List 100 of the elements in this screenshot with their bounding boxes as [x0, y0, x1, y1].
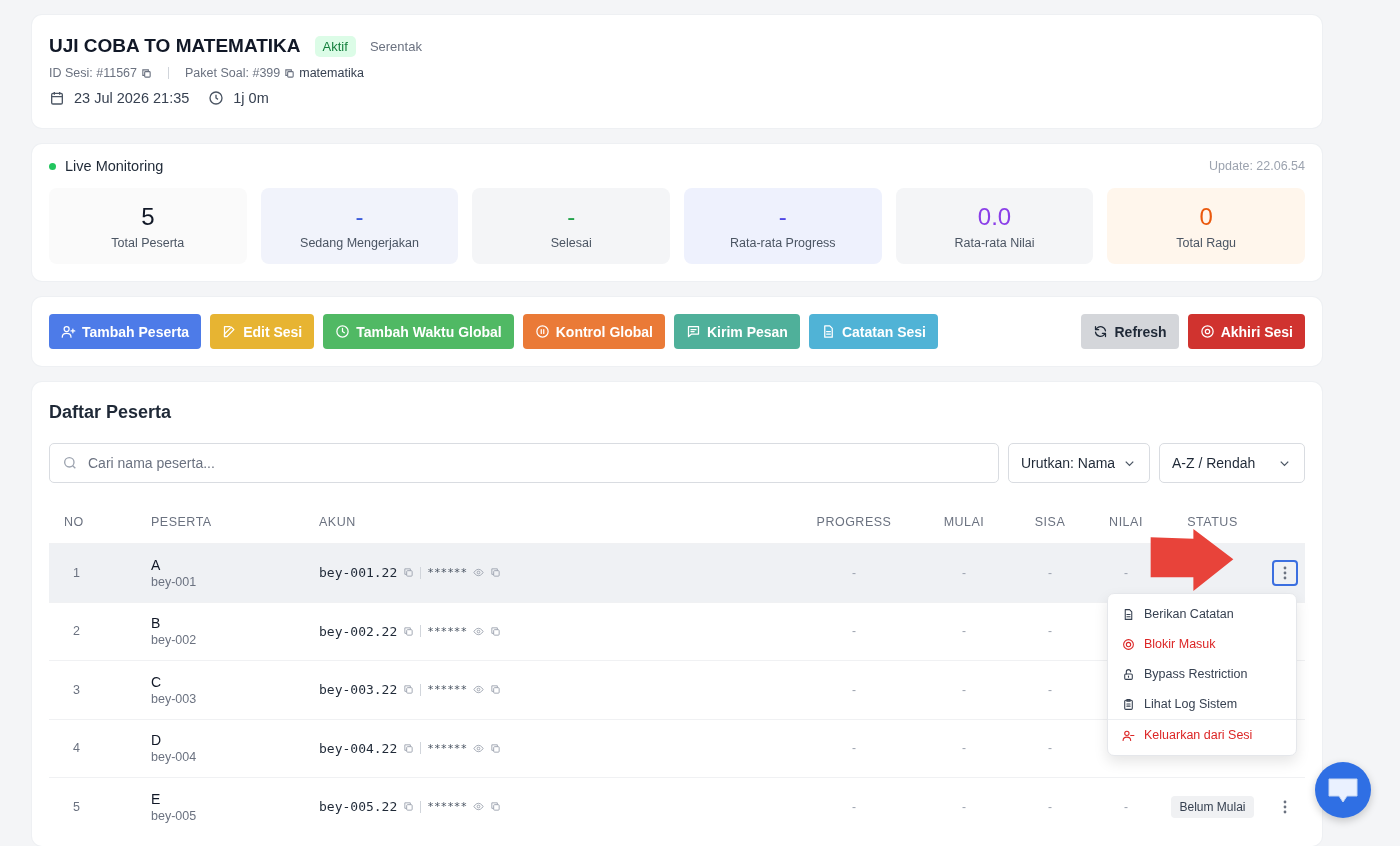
document-icon [1122, 607, 1135, 621]
session-date: 23 Jul 2026 21:35 [74, 90, 190, 106]
clipboard-icon [1122, 697, 1135, 711]
package-id: Paket Soal: #399 [185, 66, 281, 80]
calendar-icon [49, 90, 65, 106]
order-dropdown[interactable]: A-Z / Rendah [1159, 443, 1305, 483]
progress-cell-text: - [851, 624, 857, 639]
add-user-icon [61, 324, 76, 339]
account-password: ****** [427, 741, 468, 755]
row-number: 1 [72, 565, 81, 580]
participant-username: bey-005 [151, 808, 198, 823]
progress-cell-text: - [851, 741, 857, 756]
remaining-cell-text: - [1047, 741, 1053, 756]
remaining-cell-text: - [1047, 624, 1053, 639]
sort-dropdown[interactable]: Urutkan: Nama [1008, 443, 1150, 483]
column-header: MULAI [942, 515, 986, 529]
account-username: bey-005.22 [319, 799, 398, 815]
copy-icon[interactable] [141, 67, 153, 79]
stat-value: - [567, 202, 576, 231]
column-header: PESERTA [151, 515, 213, 529]
action-button[interactable]: Akhiri Sesi [1187, 314, 1305, 349]
score-cell-text: - [1123, 565, 1129, 580]
eye-icon[interactable] [473, 567, 485, 579]
stat-value: 0.0 [977, 202, 1012, 231]
copy-icon[interactable] [403, 684, 415, 696]
more-button[interactable] [1271, 559, 1298, 586]
participant-username: bey-003 [151, 691, 198, 706]
account-password: ****** [427, 624, 468, 638]
row-number: 2 [72, 624, 81, 639]
participant-name: C [151, 673, 163, 690]
stat-value: - [355, 202, 364, 231]
menu-item[interactable]: Blokir Masuk [1108, 629, 1296, 659]
column-header: SISA [1033, 515, 1067, 529]
copy-icon[interactable] [490, 801, 502, 813]
stat-value: 5 [141, 202, 155, 231]
eye-icon[interactable] [473, 684, 485, 696]
column-header: NO [64, 515, 85, 529]
eye-icon[interactable] [473, 625, 485, 637]
column-header: NILAI [1108, 515, 1144, 529]
chat-bubble-icon [1326, 775, 1360, 805]
start-cell-text: - [961, 799, 967, 814]
account-username: bey-002.22 [319, 623, 398, 639]
chat-button[interactable] [1315, 762, 1371, 818]
session-title: UJI COBA TO MATEMATIKA [49, 35, 301, 57]
participant-username: bey-002 [151, 633, 198, 648]
stop-icon [1199, 324, 1215, 339]
copy-icon[interactable] [490, 742, 502, 754]
clock-icon [208, 90, 225, 106]
copy-icon[interactable] [490, 684, 502, 696]
stat-label: Selesai [550, 235, 592, 250]
stat-label: Total Ragu [1176, 235, 1237, 250]
start-cell-text: - [961, 741, 967, 756]
status-badge: Aktif [314, 35, 356, 57]
copy-icon[interactable] [490, 625, 502, 637]
participant-name: D [151, 732, 163, 749]
remaining-cell-text: - [1047, 565, 1053, 580]
more-icon [1282, 565, 1287, 580]
row-number: 3 [72, 682, 81, 697]
menu-item[interactable]: Keluarkan dari Sesi [1108, 719, 1296, 750]
update-time: Update: 22.06.54 [1209, 159, 1305, 173]
start-cell-text: - [961, 624, 967, 639]
score-cell-text: - [1123, 799, 1129, 814]
copy-icon[interactable] [403, 801, 415, 813]
progress-cell-text: - [851, 799, 857, 814]
stat-label: Total Peserta [111, 235, 185, 250]
account-password: ****** [427, 800, 468, 814]
participant-name: A [151, 556, 162, 573]
action-button[interactable]: Tambah Peserta [49, 314, 202, 349]
account-username: bey-004.22 [319, 740, 398, 756]
status-badge: Belum Mulai [1171, 795, 1254, 818]
copy-icon[interactable] [403, 742, 415, 754]
section-title: Daftar Peserta [49, 402, 173, 423]
row-number: 5 [72, 799, 81, 814]
package-name: matematika [299, 66, 364, 80]
monitoring-label: Live Monitoring [65, 158, 164, 174]
column-header: STATUS [1186, 515, 1239, 529]
table-row[interactable]: 1 A bey-001 bey-001.22 ****** - - - - [49, 543, 1305, 602]
menu-item[interactable]: Berikan Catatan [1108, 599, 1296, 629]
mode-label: Serentak [369, 38, 422, 54]
action-button[interactable]: Refresh [1081, 314, 1179, 349]
table-row[interactable]: 5 E bey-005 bey-005.22 ****** - - - - Belum Mulai [49, 777, 1305, 836]
account-username: bey-003.22 [319, 682, 398, 698]
progress-cell-text: - [851, 565, 857, 580]
clock-icon [335, 324, 351, 339]
search-field[interactable]: Cari nama peserta... [49, 443, 999, 483]
stat-label: Sedang Mengerjakan [300, 235, 419, 250]
stat-value: 0 [1199, 202, 1213, 231]
account-password: ****** [427, 566, 468, 580]
eye-icon[interactable] [473, 742, 485, 754]
menu-item[interactable]: Lihat Log Sistem [1108, 689, 1296, 719]
eye-icon[interactable] [473, 801, 485, 813]
account-password: ****** [427, 683, 468, 697]
participant-username: bey-001 [151, 574, 198, 589]
menu-item[interactable]: Bypass Restriction [1108, 659, 1296, 689]
copy-icon[interactable] [403, 625, 415, 637]
start-cell-text: - [961, 682, 967, 697]
column-header: AKUN [319, 515, 357, 529]
column-header: PROGRESS [815, 515, 893, 529]
participant-name: B [151, 615, 162, 632]
copy-icon[interactable] [284, 67, 296, 79]
